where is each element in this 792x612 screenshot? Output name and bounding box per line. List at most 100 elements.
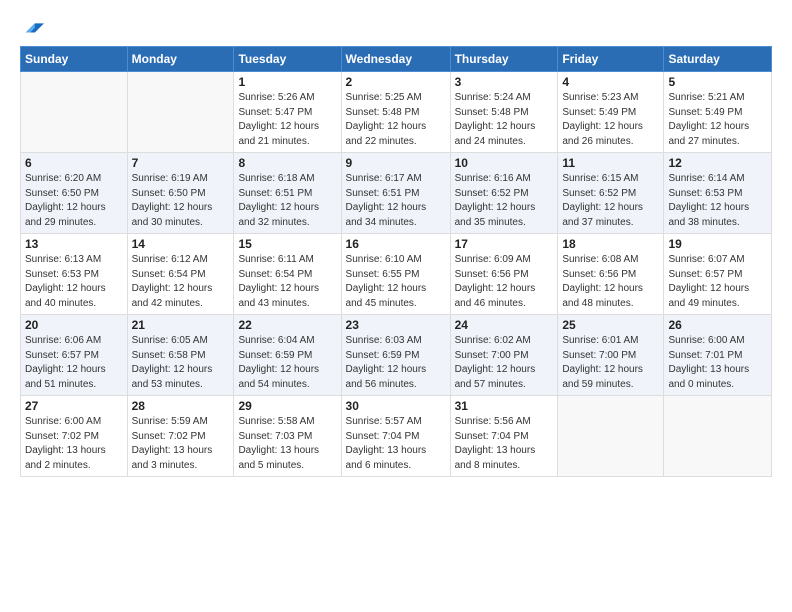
day-info: Sunrise: 6:09 AM Sunset: 6:56 PM Dayligh… — [455, 253, 554, 311]
day-info: Sunrise: 6:15 AM Sunset: 6:52 PM Dayligh… — [562, 172, 659, 230]
day-number: 3 — [455, 75, 554, 89]
day-number: 8 — [238, 156, 336, 170]
day-number: 20 — [25, 318, 123, 332]
day-cell: 23 Sunrise: 6:03 AM Sunset: 6:59 PM Dayli… — [341, 315, 450, 396]
day-cell: 4 Sunrise: 5:23 AM Sunset: 5:49 PM Daylig… — [558, 72, 664, 153]
day-info: Sunrise: 6:18 AM Sunset: 6:51 PM Dayligh… — [238, 172, 336, 230]
day-info: Sunrise: 5:23 AM Sunset: 5:49 PM Dayligh… — [562, 91, 659, 149]
logo-icon — [22, 16, 44, 38]
logo — [20, 18, 44, 34]
day-number: 31 — [455, 399, 554, 413]
day-cell: 27 Sunrise: 6:00 AM Sunset: 7:02 PM Dayli… — [21, 396, 128, 477]
day-number: 15 — [238, 237, 336, 251]
weekday-header-thursday: Thursday — [450, 47, 558, 72]
day-info: Sunrise: 6:11 AM Sunset: 6:54 PM Dayligh… — [238, 253, 336, 311]
day-cell: 6Sunrise: 6:20 AM Sunset: 6:50 PM Daylig… — [21, 153, 128, 234]
week-row-1: 1 Sunrise: 5:26 AM Sunset: 5:47 PM Daylig… — [21, 72, 772, 153]
day-cell: 9 Sunrise: 6:17 AM Sunset: 6:51 PM Daylig… — [341, 153, 450, 234]
day-info: Sunrise: 6:04 AM Sunset: 6:59 PM Dayligh… — [238, 334, 336, 392]
weekday-header-monday: Monday — [127, 47, 234, 72]
day-number: 27 — [25, 399, 123, 413]
week-row-3: 13Sunrise: 6:13 AM Sunset: 6:53 PM Dayli… — [21, 234, 772, 315]
weekday-header-wednesday: Wednesday — [341, 47, 450, 72]
day-info: Sunrise: 6:07 AM Sunset: 6:57 PM Dayligh… — [668, 253, 767, 311]
day-cell — [127, 72, 234, 153]
day-cell: 18 Sunrise: 6:08 AM Sunset: 6:56 PM Dayli… — [558, 234, 664, 315]
day-info: Sunrise: 6:17 AM Sunset: 6:51 PM Dayligh… — [346, 172, 446, 230]
day-cell: 17 Sunrise: 6:09 AM Sunset: 6:56 PM Dayli… — [450, 234, 558, 315]
weekday-header-sunday: Sunday — [21, 47, 128, 72]
week-row-2: 6Sunrise: 6:20 AM Sunset: 6:50 PM Daylig… — [21, 153, 772, 234]
day-cell — [21, 72, 128, 153]
day-number: 12 — [668, 156, 767, 170]
day-info: Sunrise: 6:10 AM Sunset: 6:55 PM Dayligh… — [346, 253, 446, 311]
day-cell: 31 Sunrise: 5:56 AM Sunset: 7:04 PM Dayli… — [450, 396, 558, 477]
day-cell: 15 Sunrise: 6:11 AM Sunset: 6:54 PM Dayli… — [234, 234, 341, 315]
weekday-header-tuesday: Tuesday — [234, 47, 341, 72]
day-number: 28 — [132, 399, 230, 413]
weekday-header-friday: Friday — [558, 47, 664, 72]
day-number: 6 — [25, 156, 123, 170]
calendar-container: SundayMondayTuesdayWednesdayThursdayFrid… — [0, 0, 792, 487]
day-info: Sunrise: 5:56 AM Sunset: 7:04 PM Dayligh… — [455, 415, 554, 473]
day-info: Sunrise: 6:14 AM Sunset: 6:53 PM Dayligh… — [668, 172, 767, 230]
calendar-table: SundayMondayTuesdayWednesdayThursdayFrid… — [20, 46, 772, 477]
day-cell: 13Sunrise: 6:13 AM Sunset: 6:53 PM Dayli… — [21, 234, 128, 315]
day-info: Sunrise: 6:02 AM Sunset: 7:00 PM Dayligh… — [455, 334, 554, 392]
day-number: 19 — [668, 237, 767, 251]
day-cell: 1 Sunrise: 5:26 AM Sunset: 5:47 PM Daylig… — [234, 72, 341, 153]
day-cell: 2Sunrise: 5:25 AM Sunset: 5:48 PM Daylig… — [341, 72, 450, 153]
day-cell: 12 Sunrise: 6:14 AM Sunset: 6:53 PM Dayli… — [664, 153, 772, 234]
week-row-4: 20 Sunrise: 6:06 AM Sunset: 6:57 PM Dayli… — [21, 315, 772, 396]
day-number: 14 — [132, 237, 230, 251]
day-info: Sunrise: 6:08 AM Sunset: 6:56 PM Dayligh… — [562, 253, 659, 311]
day-cell: 26Sunrise: 6:00 AM Sunset: 7:01 PM Dayli… — [664, 315, 772, 396]
day-cell — [558, 396, 664, 477]
day-info: Sunrise: 6:06 AM Sunset: 6:57 PM Dayligh… — [25, 334, 123, 392]
weekday-header-row: SundayMondayTuesdayWednesdayThursdayFrid… — [21, 47, 772, 72]
day-number: 30 — [346, 399, 446, 413]
day-cell: 3 Sunrise: 5:24 AM Sunset: 5:48 PM Daylig… — [450, 72, 558, 153]
day-info: Sunrise: 5:21 AM Sunset: 5:49 PM Dayligh… — [668, 91, 767, 149]
day-number: 29 — [238, 399, 336, 413]
day-cell: 24 Sunrise: 6:02 AM Sunset: 7:00 PM Dayli… — [450, 315, 558, 396]
day-cell: 21 Sunrise: 6:05 AM Sunset: 6:58 PM Dayli… — [127, 315, 234, 396]
day-number: 7 — [132, 156, 230, 170]
day-info: Sunrise: 6:13 AM Sunset: 6:53 PM Dayligh… — [25, 253, 123, 311]
day-number: 2 — [346, 75, 446, 89]
day-number: 18 — [562, 237, 659, 251]
day-number: 1 — [238, 75, 336, 89]
day-number: 11 — [562, 156, 659, 170]
day-info: Sunrise: 5:59 AM Sunset: 7:02 PM Dayligh… — [132, 415, 230, 473]
day-number: 23 — [346, 318, 446, 332]
day-info: Sunrise: 6:05 AM Sunset: 6:58 PM Dayligh… — [132, 334, 230, 392]
day-info: Sunrise: 5:57 AM Sunset: 7:04 PM Dayligh… — [346, 415, 446, 473]
day-cell: 10 Sunrise: 6:16 AM Sunset: 6:52 PM Dayli… — [450, 153, 558, 234]
day-cell: 20 Sunrise: 6:06 AM Sunset: 6:57 PM Dayli… — [21, 315, 128, 396]
day-info: Sunrise: 6:00 AM Sunset: 7:01 PM Dayligh… — [668, 334, 767, 392]
day-cell: 19 Sunrise: 6:07 AM Sunset: 6:57 PM Dayli… — [664, 234, 772, 315]
day-number: 24 — [455, 318, 554, 332]
day-cell: 25Sunrise: 6:01 AM Sunset: 7:00 PM Dayli… — [558, 315, 664, 396]
day-info: Sunrise: 5:26 AM Sunset: 5:47 PM Dayligh… — [238, 91, 336, 149]
day-number: 10 — [455, 156, 554, 170]
day-info: Sunrise: 6:03 AM Sunset: 6:59 PM Dayligh… — [346, 334, 446, 392]
day-info: Sunrise: 5:24 AM Sunset: 5:48 PM Dayligh… — [455, 91, 554, 149]
day-info: Sunrise: 6:19 AM Sunset: 6:50 PM Dayligh… — [132, 172, 230, 230]
day-cell: 22 Sunrise: 6:04 AM Sunset: 6:59 PM Dayli… — [234, 315, 341, 396]
day-cell — [664, 396, 772, 477]
day-number: 4 — [562, 75, 659, 89]
day-info: Sunrise: 6:00 AM Sunset: 7:02 PM Dayligh… — [25, 415, 123, 473]
day-cell: 7 Sunrise: 6:19 AM Sunset: 6:50 PM Daylig… — [127, 153, 234, 234]
day-number: 22 — [238, 318, 336, 332]
day-info: Sunrise: 6:16 AM Sunset: 6:52 PM Dayligh… — [455, 172, 554, 230]
weekday-header-saturday: Saturday — [664, 47, 772, 72]
header — [20, 18, 772, 34]
day-info: Sunrise: 6:12 AM Sunset: 6:54 PM Dayligh… — [132, 253, 230, 311]
day-cell: 16Sunrise: 6:10 AM Sunset: 6:55 PM Dayli… — [341, 234, 450, 315]
day-number: 21 — [132, 318, 230, 332]
day-cell: 14 Sunrise: 6:12 AM Sunset: 6:54 PM Dayli… — [127, 234, 234, 315]
day-number: 17 — [455, 237, 554, 251]
day-number: 9 — [346, 156, 446, 170]
day-info: Sunrise: 5:58 AM Sunset: 7:03 PM Dayligh… — [238, 415, 336, 473]
